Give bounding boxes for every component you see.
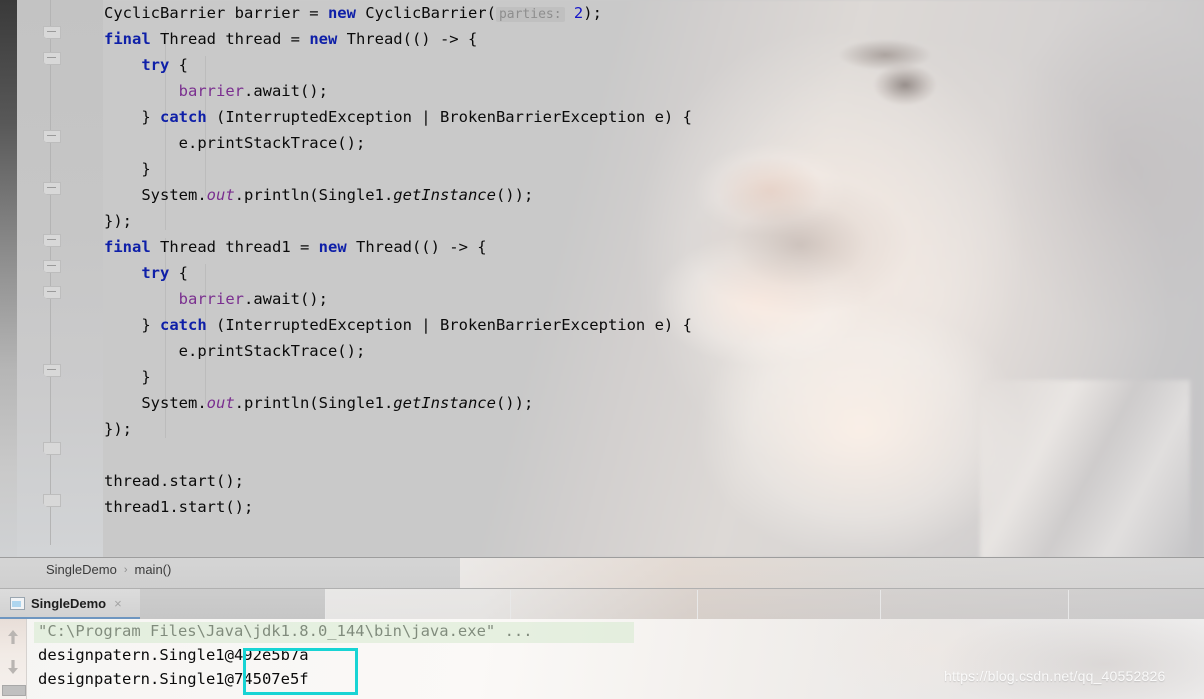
- breadcrumb-item[interactable]: SingleDemo: [46, 562, 117, 577]
- code-token: catch: [160, 316, 207, 334]
- code-line: final Thread thread1 = new Thread(() -> …: [0, 234, 1204, 260]
- console-output-line: designpatern.Single1@492e5b7a: [38, 646, 309, 664]
- code-token: barrier: [178, 82, 244, 100]
- code-token: out: [206, 394, 235, 412]
- code-line: final Thread thread = new Thread(() -> {: [0, 26, 1204, 52]
- code-token: getInstance: [393, 394, 496, 412]
- tab-separator-2: [510, 590, 511, 619]
- tab-separator-4: [880, 590, 881, 619]
- code-token: thread.start();: [104, 472, 244, 490]
- breadcrumb-bar-image-tint: [460, 558, 1204, 589]
- watermark: https://blog.csdn.net/qq_40552826: [944, 668, 1166, 684]
- code-token: }: [104, 108, 160, 126]
- code-token: (InterruptedException | BrokenBarrierExc…: [206, 108, 692, 126]
- code-token: Thread thread1 =: [150, 238, 319, 256]
- code-token: (InterruptedException | BrokenBarrierExc…: [206, 316, 692, 334]
- code-token: 2: [573, 4, 584, 22]
- code-token: try: [141, 264, 170, 282]
- code-line: try {: [0, 52, 1204, 78]
- code-token: CyclicBarrier barrier =: [104, 4, 328, 22]
- code-token: Thread(() -> {: [337, 30, 478, 48]
- code-line: e.printStackTrace();: [0, 130, 1204, 156]
- code-token: Thread thread =: [150, 30, 310, 48]
- code-token: barrier: [178, 290, 244, 308]
- code-line: System.out.println(Single1.getInstance()…: [0, 182, 1204, 208]
- code-token: getInstance: [393, 186, 496, 204]
- code-token: System.: [104, 186, 207, 204]
- code-token: .println(Single1.: [234, 394, 394, 412]
- code-line: barrier.await();: [0, 286, 1204, 312]
- code-token: new: [327, 4, 356, 22]
- code-line: } catch (InterruptedException | BrokenBa…: [0, 104, 1204, 130]
- code-token: e.printStackTrace();: [104, 134, 366, 152]
- breadcrumb-bar: SingleDemo › main(): [0, 557, 1204, 589]
- code-token: });: [104, 212, 132, 230]
- console-toolbar-button[interactable]: [2, 685, 26, 696]
- code-line: thread1.start();: [0, 494, 1204, 520]
- code-token: e.printStackTrace();: [104, 342, 366, 360]
- code-token: }: [104, 316, 160, 334]
- code-line: thread.start();: [0, 468, 1204, 494]
- code-line: });: [0, 208, 1204, 234]
- code-token: Thread(() -> {: [346, 238, 487, 256]
- code-token: try: [141, 56, 170, 74]
- code-token: }: [104, 368, 151, 386]
- code-token: System.: [104, 394, 207, 412]
- breadcrumb[interactable]: SingleDemo › main(): [46, 562, 171, 577]
- parameter-hint: parties:: [495, 7, 565, 22]
- code-line: }: [0, 364, 1204, 390]
- tab-separator-1: [325, 590, 326, 619]
- close-icon[interactable]: ×: [114, 596, 122, 611]
- code-token: });: [104, 420, 132, 438]
- ide-window: CyclicBarrier barrier = new CyclicBarrie…: [0, 0, 1204, 699]
- hash-highlight-box: [243, 648, 358, 695]
- code-token: ());: [495, 186, 534, 204]
- code-line: }: [0, 156, 1204, 182]
- run-tool-tab-bar[interactable]: SingleDemo ×: [0, 588, 1204, 620]
- code-token: .await();: [243, 290, 328, 308]
- code-line: try {: [0, 260, 1204, 286]
- code-text[interactable]: CyclicBarrier barrier = new CyclicBarrie…: [0, 0, 1204, 557]
- tab-singledemo[interactable]: SingleDemo ×: [0, 589, 140, 619]
- code-token: ());: [495, 394, 534, 412]
- tab-bar-image-tint: [325, 589, 1204, 620]
- code-token: thread1.start();: [104, 498, 254, 516]
- code-token: final: [104, 238, 151, 256]
- tab-label: SingleDemo: [31, 595, 107, 611]
- code-token: .println(Single1.: [234, 186, 394, 204]
- code-token: CyclicBarrier(: [355, 4, 496, 22]
- code-token: final: [104, 30, 151, 48]
- code-line: e.printStackTrace();: [0, 338, 1204, 364]
- code-editor-pane[interactable]: CyclicBarrier barrier = new CyclicBarrie…: [0, 0, 1204, 557]
- code-token: new: [309, 30, 338, 48]
- console-first-line-highlight: [34, 622, 634, 643]
- code-line: System.out.println(Single1.getInstance()…: [0, 390, 1204, 416]
- code-token: catch: [160, 108, 207, 126]
- code-line: });: [0, 416, 1204, 442]
- code-token: }: [104, 160, 151, 178]
- code-token: .await();: [243, 82, 328, 100]
- code-token: );: [583, 4, 602, 22]
- java-class-icon: [10, 596, 25, 610]
- code-line: } catch (InterruptedException | BrokenBa…: [0, 312, 1204, 338]
- tab-separator-3: [697, 590, 698, 619]
- breadcrumb-item[interactable]: main(): [135, 562, 172, 577]
- breadcrumb-separator-icon: ›: [123, 563, 128, 576]
- code-token: {: [169, 264, 188, 282]
- code-token: out: [206, 186, 235, 204]
- code-token: new: [318, 238, 347, 256]
- code-token: {: [169, 56, 188, 74]
- code-line: CyclicBarrier barrier = new CyclicBarrie…: [0, 0, 1204, 26]
- tab-separator-5: [1068, 590, 1069, 619]
- code-line: barrier.await();: [0, 78, 1204, 104]
